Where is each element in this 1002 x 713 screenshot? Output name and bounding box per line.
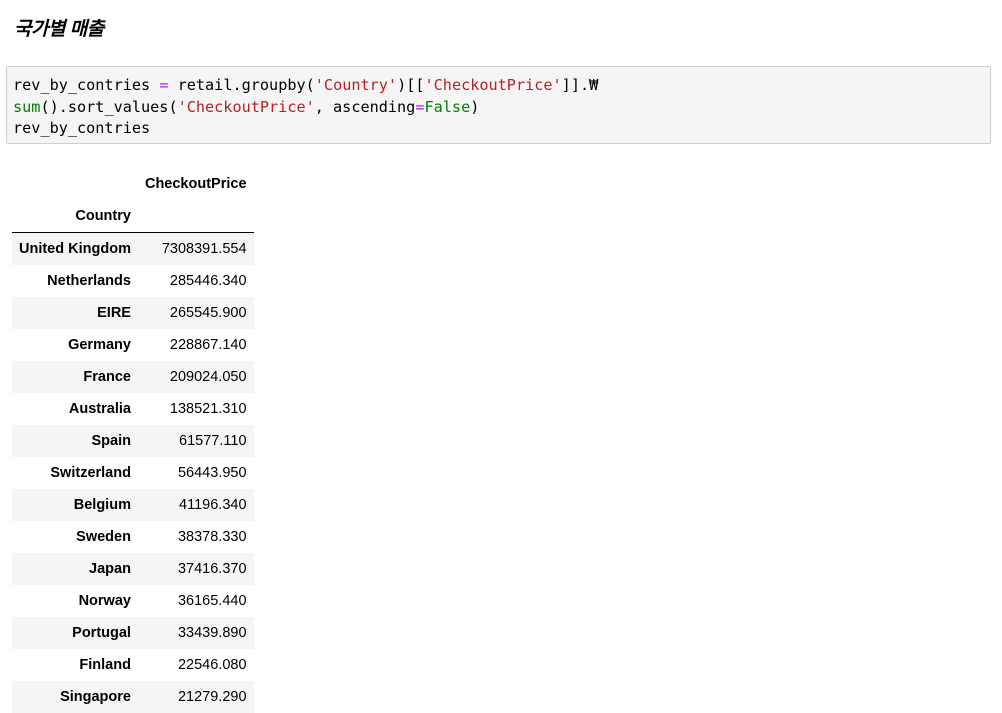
table-row: Australia138521.310 <box>12 393 254 425</box>
cell-checkout-price: 38378.330 <box>138 521 254 553</box>
empty-header-cell <box>138 200 254 233</box>
dataframe-output: CheckoutPrice Country United Kingdom7308… <box>12 168 254 713</box>
table-row: Portugal33439.890 <box>12 617 254 649</box>
cell-checkout-price: 22546.080 <box>138 649 254 681</box>
table-row: France209024.050 <box>12 361 254 393</box>
row-index-country: Netherlands <box>12 265 138 297</box>
empty-corner-cell <box>12 168 138 200</box>
row-index-country: Germany <box>12 329 138 361</box>
code-cell[interactable]: rev_by_contries = retail.groupby('Countr… <box>6 66 991 144</box>
table-row: United Kingdom7308391.554 <box>12 233 254 266</box>
row-index-country: Portugal <box>12 617 138 649</box>
table-row: Sweden38378.330 <box>12 521 254 553</box>
table-row: Finland22546.080 <box>12 649 254 681</box>
code-line-3: rev_by_contries <box>13 118 990 140</box>
row-index-country: Australia <box>12 393 138 425</box>
cell-checkout-price: 61577.110 <box>138 425 254 457</box>
row-index-country: Switzerland <box>12 457 138 489</box>
table-row: Spain61577.110 <box>12 425 254 457</box>
row-index-country: Norway <box>12 585 138 617</box>
cell-checkout-price: 285446.340 <box>138 265 254 297</box>
cell-checkout-price: 33439.890 <box>138 617 254 649</box>
table-row: EIRE265545.900 <box>12 297 254 329</box>
cell-checkout-price: 37416.370 <box>138 553 254 585</box>
table-row: Switzerland56443.950 <box>12 457 254 489</box>
row-index-country: Spain <box>12 425 138 457</box>
table-row: Japan37416.370 <box>12 553 254 585</box>
row-index-country: United Kingdom <box>12 233 138 266</box>
cell-checkout-price: 7308391.554 <box>138 233 254 266</box>
row-index-country: Sweden <box>12 521 138 553</box>
row-index-country: Japan <box>12 553 138 585</box>
cell-checkout-price: 41196.340 <box>138 489 254 521</box>
cell-checkout-price: 228867.140 <box>138 329 254 361</box>
table-body: United Kingdom7308391.554Netherlands2854… <box>12 233 254 713</box>
cell-checkout-price: 56443.950 <box>138 457 254 489</box>
table-row: Belgium41196.340 <box>12 489 254 521</box>
code-line-2: sum().sort_values('CheckoutPrice', ascen… <box>13 97 990 119</box>
code-line-1: rev_by_contries = retail.groupby('Countr… <box>13 75 990 97</box>
table-row: Singapore21279.290 <box>12 681 254 713</box>
table-row: Norway36165.440 <box>12 585 254 617</box>
cell-checkout-price: 21279.290 <box>138 681 254 713</box>
table-row: Netherlands285446.340 <box>12 265 254 297</box>
row-index-country: Belgium <box>12 489 138 521</box>
row-index-country: Finland <box>12 649 138 681</box>
row-index-country: Singapore <box>12 681 138 713</box>
table-row: Germany228867.140 <box>12 329 254 361</box>
column-header: CheckoutPrice <box>138 168 254 200</box>
section-heading: 국가별 매출 <box>14 14 104 41</box>
row-index-country: France <box>12 361 138 393</box>
row-index-country: EIRE <box>12 297 138 329</box>
cell-checkout-price: 265545.900 <box>138 297 254 329</box>
cell-checkout-price: 138521.310 <box>138 393 254 425</box>
cell-checkout-price: 209024.050 <box>138 361 254 393</box>
index-name-header: Country <box>12 200 138 233</box>
cell-checkout-price: 36165.440 <box>138 585 254 617</box>
